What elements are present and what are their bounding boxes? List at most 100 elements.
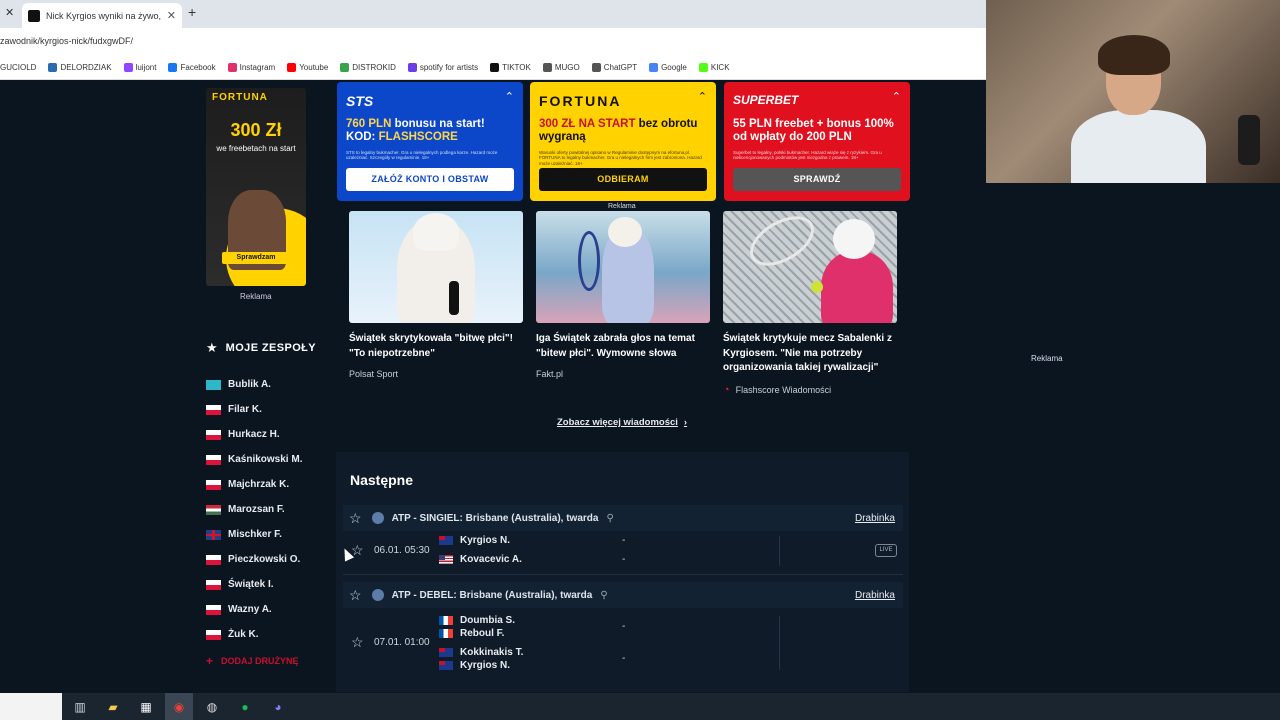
team-name: Wazny A. [228,604,272,615]
bookmark-item[interactable]: TIKTOK [490,63,531,72]
task-view-icon[interactable]: ▥ [66,693,94,720]
match-row[interactable]: ☆ 07.01. 01:00 Doumbia S. Reboul F. Kokk… [343,612,903,674]
discord-icon[interactable]: ◕ [264,693,292,720]
team-name: Świątek I. [228,579,274,590]
chevron-up-icon[interactable]: ⌃ [892,90,901,103]
bookmark-item[interactable]: Facebook [168,63,216,72]
bookmark-icon [287,63,297,72]
bookmark-icon [490,63,500,72]
obs-icon[interactable]: ◍ [198,693,226,720]
league-header[interactable]: ☆ ATP - DEBEL: Brisbane (Australia), twa… [343,582,903,608]
news-image [349,211,523,323]
bookmark-label: GUCIOLD [0,63,37,72]
bookmark-item[interactable]: MUGO [542,63,580,72]
file-explorer-icon[interactable]: ▰ [99,693,127,720]
flag-icon [206,429,221,440]
tab-close-icon[interactable]: ✕ [167,9,176,22]
news-card[interactable]: Świątek krytykuje mecz Sabalenki z Kyrgi… [723,211,897,396]
my-teams-list: Bublik A. Filar K. Hurkacz H. Kaśnikowski M… [206,372,326,647]
pin-icon[interactable]: ⚲ [606,513,613,524]
url-text: zawodnik/kyrgios-nick/fudxgwDF/ [0,36,134,46]
team-item[interactable]: Filar K. [206,397,326,422]
ad-amount: 300 Zł [230,120,282,140]
team-item[interactable]: Pieczkowski O. [206,547,326,572]
draw-link[interactable]: Drabinka [855,590,895,601]
spotify-icon[interactable]: ● [231,693,259,720]
team-item[interactable]: Marozsan F. [206,497,326,522]
bookmark-label: Instagram [239,63,276,72]
draw-link[interactable]: Drabinka [855,513,895,524]
bookmark-item[interactable]: Google [649,63,687,72]
team-item[interactable]: Kaśnikowski M. [206,447,326,472]
star-outline-icon[interactable]: ☆ [351,634,364,651]
team-name: Hurkacz H. [228,429,280,440]
add-team-button[interactable]: + DODAJ DRUŻYNĘ [206,654,299,668]
match-row[interactable]: ☆ 06.01. 05:30 Kyrgios N. Kovacevic A. -… [343,532,903,572]
bookmark-item[interactable]: DELORDZIAK [48,63,112,72]
calculator-icon[interactable]: ▦ [132,693,160,720]
bookmark-label: ChatGPT [603,63,638,72]
team-name: Kaśnikowski M. [228,454,303,465]
bookmark-item[interactable]: spotify for artists [407,63,478,72]
star-outline-icon[interactable]: ☆ [349,587,362,604]
news-title: Iga Świątek zabrała głos na temat "bitew… [536,333,695,359]
team-item[interactable]: Bublik A. [206,372,326,397]
promo-fine-print: STS to legalny bukmacher. Gra u nielegal… [346,150,498,161]
news-source: Flashscore Wiadomości [735,384,832,395]
promo-amount: 300 ZŁ NA START [539,118,636,130]
taskbar-search[interactable] [0,693,62,720]
live-icon[interactable]: LIVE [875,544,897,557]
player-name: Kokkinakis T. [460,647,524,658]
ad-label: Reklama [608,203,636,210]
left-fortuna-ad[interactable]: FORTUNA 300 Zł we freebetach na start Sp… [206,88,306,286]
fortuna-cta-button[interactable]: ODBIERAM [539,168,707,191]
star-outline-icon[interactable]: ☆ [349,510,362,527]
team-item[interactable]: Majchrzak K. [206,472,326,497]
bookmark-item[interactable]: Instagram [227,63,276,72]
team-item[interactable]: Świątek I. [206,572,326,597]
team-item[interactable]: Żuk K. [206,622,326,647]
pin-icon[interactable]: ⚲ [600,590,607,601]
bookmark-item[interactable]: luijont [123,63,156,72]
promo-amount: 760 PLN [346,118,392,130]
sts-cta-button[interactable]: ZAŁÓŻ KONTO I OBSTAW [346,168,514,191]
promo-sts[interactable]: STS ⌃ 760 PLN bonusu na start! KOD: FLAS… [337,82,523,201]
score: - [622,535,626,546]
chevron-up-icon[interactable]: ⌃ [698,90,707,103]
doubles-icon [371,589,384,601]
league-header[interactable]: ☆ ATP - SINGIEL: Brisbane (Australia), t… [343,505,903,531]
flag-icon [206,404,221,415]
superbet-cta-button[interactable]: SPRAWDŹ [733,168,901,191]
flag-icon [206,379,221,390]
team-item[interactable]: Hurkacz H. [206,422,326,447]
chevron-up-icon[interactable]: ⌃ [505,90,514,103]
bookmark-item[interactable]: Youtube [287,63,328,72]
flashscore-favicon-icon [28,9,40,22]
news-title: Świątek krytykuje mecz Sabalenki z Kyrgi… [723,333,892,373]
my-teams-header: ★ MOJE ZESPOŁY [206,340,316,356]
promo-fortuna[interactable]: FORTUNA ⌃ 300 ZŁ NA START bez obrotu wyg… [530,82,716,201]
bookmark-item[interactable]: GUCIOLD [0,63,36,72]
ad-cta-button[interactable]: Sprawdzam [222,252,290,264]
windows-taskbar: ▥ ▰ ▦ ◉ ◍ ● ◕ [0,693,1280,720]
flag-icon [206,629,221,640]
team-item[interactable]: Mischker F. [206,522,326,547]
close-icon[interactable]: ✕ [5,6,14,19]
promo-superbet[interactable]: SUPERBET ⌃ 55 PLN freebet + bonus 100% o… [724,82,910,201]
more-news-link[interactable]: Zobacz więcej wiadomości › [557,417,687,428]
chrome-icon[interactable]: ◉ [165,693,193,720]
bookmark-item[interactable]: DISTROKID [340,63,396,72]
news-card[interactable]: Świątek skrytykowała "bitwę płci"! "To n… [349,211,523,379]
chevron-right-icon: › [683,417,688,428]
bookmark-item[interactable]: ChatGPT [591,63,638,72]
promo-text: 55 PLN freebet + bonus 100% od wpłaty do… [733,118,894,144]
star-icon: ★ [206,340,218,355]
flag-icon [439,629,453,638]
new-tab-plus-icon[interactable]: + [188,4,196,20]
address-bar[interactable]: zawodnik/kyrgios-nick/fudxgwDF/ [0,28,986,56]
team-item[interactable]: Wazny A. [206,597,326,622]
news-card[interactable]: Iga Świątek zabrała głos na temat "bitew… [536,211,710,379]
bookmark-item[interactable]: KICK [698,63,730,72]
browser-tab[interactable]: Nick Kyrgios wyniki na żywo, m ✕ [22,3,182,28]
score: - [622,621,626,632]
